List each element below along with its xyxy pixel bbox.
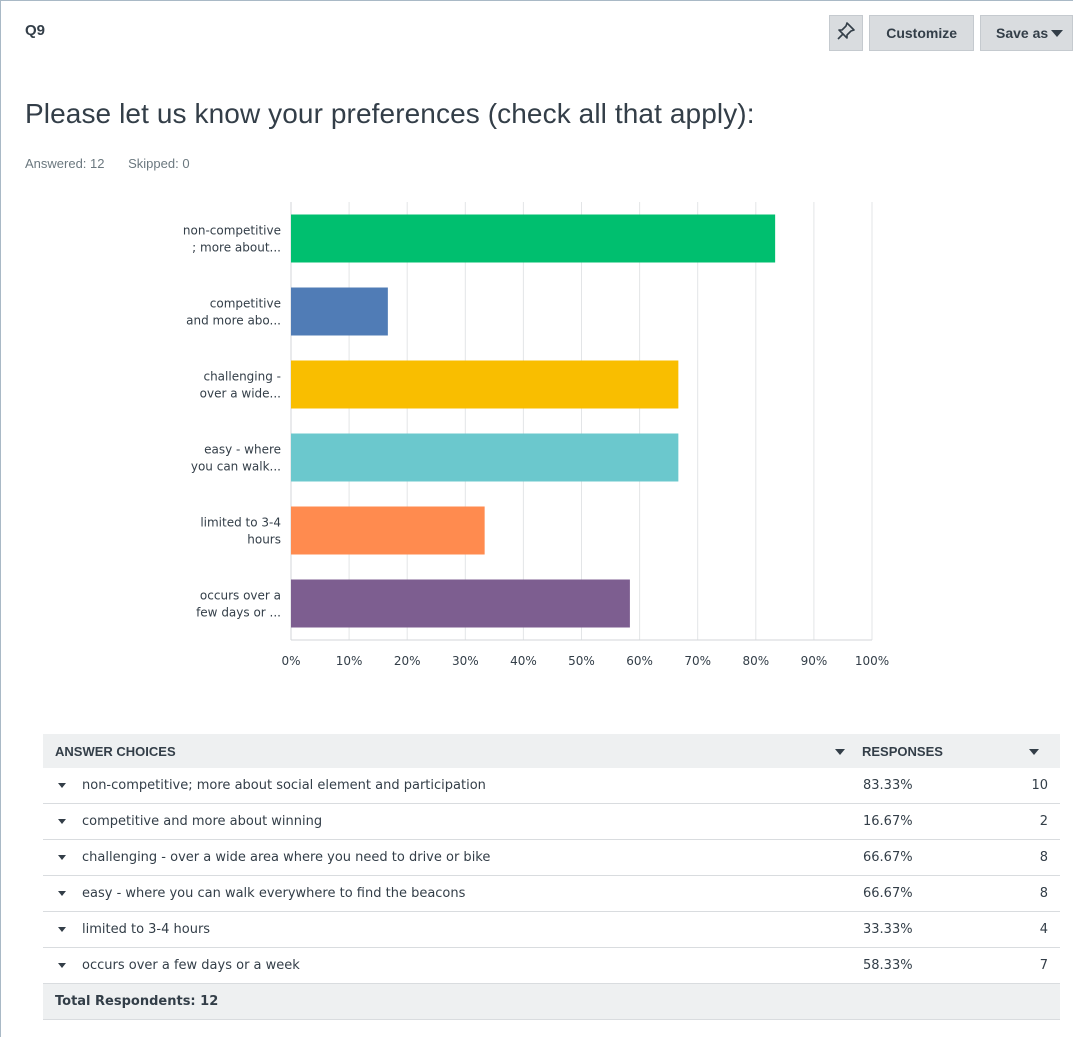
total-respondents: Total Respondents: 12 bbox=[43, 983, 1060, 1020]
chevron-down-icon[interactable] bbox=[58, 927, 66, 932]
answer-choice-cell: challenging - over a wide area where you… bbox=[43, 839, 862, 876]
x-tick-label: 20% bbox=[394, 654, 421, 668]
category-label: limited to 3-4 bbox=[200, 516, 281, 530]
answer-choice-cell: competitive and more about winning bbox=[43, 803, 862, 840]
chart-bar[interactable] bbox=[291, 360, 679, 409]
chevron-down-icon[interactable] bbox=[58, 891, 66, 896]
answer-choice-text: competitive and more about winning bbox=[82, 814, 323, 829]
chevron-down-icon bbox=[835, 749, 845, 756]
chevron-down-icon[interactable] bbox=[58, 855, 66, 860]
responses-header-label: RESPONSES bbox=[862, 743, 943, 759]
total-row: Total Respondents: 12 bbox=[43, 983, 1060, 1020]
table-row[interactable]: non-competitive; more about social eleme… bbox=[43, 768, 1060, 804]
table-row[interactable]: easy - where you can walk everywhere to … bbox=[43, 875, 1060, 912]
x-tick-label: 10% bbox=[336, 654, 363, 668]
table-row[interactable]: occurs over a few days or a week 58.33% 7 bbox=[43, 947, 1060, 984]
x-tick-label: 100% bbox=[855, 654, 889, 668]
category-label: over a wide... bbox=[200, 387, 281, 401]
answer-choice-cell: non-competitive; more about social eleme… bbox=[43, 768, 862, 804]
customize-button[interactable]: Customize bbox=[869, 15, 974, 51]
response-percent: 33.33% bbox=[862, 911, 1008, 948]
x-tick-label: 50% bbox=[568, 654, 595, 668]
response-percent: 58.33% bbox=[862, 947, 1008, 984]
category-label: hours bbox=[247, 533, 281, 547]
answer-choice-text: challenging - over a wide area where you… bbox=[82, 850, 491, 865]
category-label: non-competitive bbox=[183, 224, 281, 238]
answer-choice-cell: occurs over a few days or a week bbox=[43, 947, 862, 984]
chart-bar[interactable] bbox=[291, 433, 679, 482]
category-label: you can walk... bbox=[191, 460, 281, 474]
category-label: and more abo... bbox=[186, 314, 281, 328]
answer-choice-text: easy - where you can walk everywhere to … bbox=[82, 886, 466, 901]
chevron-down-icon bbox=[1029, 749, 1039, 756]
answer-choice-text: occurs over a few days or a week bbox=[82, 958, 300, 973]
category-label: few days or ... bbox=[196, 606, 281, 620]
question-number: Q9 bbox=[25, 22, 46, 39]
chart-bar[interactable] bbox=[291, 214, 776, 263]
question-title: Please let us know your preferences (che… bbox=[25, 98, 755, 129]
category-label: occurs over a bbox=[200, 589, 281, 603]
chevron-down-icon[interactable] bbox=[58, 963, 66, 968]
x-tick-label: 0% bbox=[281, 654, 300, 668]
bar-chart: non-competitive ; more about... competitiv… bbox=[183, 202, 889, 668]
x-tick-label: 60% bbox=[626, 654, 653, 668]
x-tick-label: 90% bbox=[801, 654, 828, 668]
category-label: competitive bbox=[210, 297, 281, 311]
skipped-count: Skipped: 0 bbox=[128, 156, 190, 171]
x-tick-label: 40% bbox=[510, 654, 537, 668]
answer-choices-header[interactable]: ANSWER CHOICES bbox=[43, 734, 834, 768]
category-label: challenging - bbox=[203, 370, 281, 384]
response-stats: Answered: 12 Skipped: 0 bbox=[25, 156, 210, 171]
category-label: easy - where bbox=[204, 443, 281, 457]
x-tick-label: 30% bbox=[452, 654, 479, 668]
response-percent: 66.67% bbox=[862, 875, 1008, 912]
x-tick-label: 70% bbox=[684, 654, 711, 668]
response-count: 8 bbox=[1008, 875, 1060, 912]
table-row[interactable]: limited to 3-4 hours 33.33% 4 bbox=[43, 911, 1060, 948]
answer-choices-header-label: ANSWER CHOICES bbox=[55, 743, 176, 759]
toolbar: Customize Save as bbox=[829, 15, 1073, 51]
response-percent: 16.67% bbox=[862, 803, 1008, 840]
chart-bar[interactable] bbox=[291, 506, 485, 555]
response-percent: 83.33% bbox=[862, 768, 1008, 804]
response-count: 7 bbox=[1008, 947, 1060, 984]
chevron-down-icon bbox=[1051, 29, 1064, 37]
save-as-label: Save as bbox=[996, 25, 1049, 41]
responses-sort[interactable] bbox=[1008, 734, 1060, 768]
response-count: 10 bbox=[1008, 768, 1060, 804]
table-row[interactable]: competitive and more about winning 16.67%… bbox=[43, 803, 1060, 840]
chevron-down-icon[interactable] bbox=[58, 783, 66, 788]
pin-icon bbox=[836, 21, 856, 46]
response-count: 4 bbox=[1008, 911, 1060, 948]
chart-bar[interactable] bbox=[291, 579, 630, 628]
pin-button[interactable] bbox=[829, 15, 864, 51]
response-count: 8 bbox=[1008, 839, 1060, 876]
answer-choice-cell: limited to 3-4 hours bbox=[43, 911, 862, 948]
responses-header[interactable]: RESPONSES bbox=[862, 734, 1008, 768]
category-label: ; more about... bbox=[192, 241, 281, 255]
x-tick-label: 80% bbox=[742, 654, 769, 668]
table-header-row: ANSWER CHOICES RESPONSES bbox=[43, 734, 1060, 768]
chevron-down-icon[interactable] bbox=[58, 819, 66, 824]
chart-bar[interactable] bbox=[291, 287, 388, 336]
answer-choice-text: limited to 3-4 hours bbox=[82, 922, 211, 937]
answer-choice-cell: easy - where you can walk everywhere to … bbox=[43, 875, 862, 912]
response-count: 2 bbox=[1008, 803, 1060, 840]
answer-choice-text: non-competitive; more about social eleme… bbox=[82, 778, 486, 793]
answered-count: Answered: 12 bbox=[25, 156, 105, 171]
answer-table: ANSWER CHOICES RESPONSES non-competitive… bbox=[43, 734, 1060, 1020]
save-as-button[interactable]: Save as bbox=[980, 15, 1073, 51]
response-percent: 66.67% bbox=[862, 839, 1008, 876]
table-row[interactable]: challenging - over a wide area where you… bbox=[43, 839, 1060, 876]
answer-choices-sort[interactable] bbox=[834, 734, 862, 768]
